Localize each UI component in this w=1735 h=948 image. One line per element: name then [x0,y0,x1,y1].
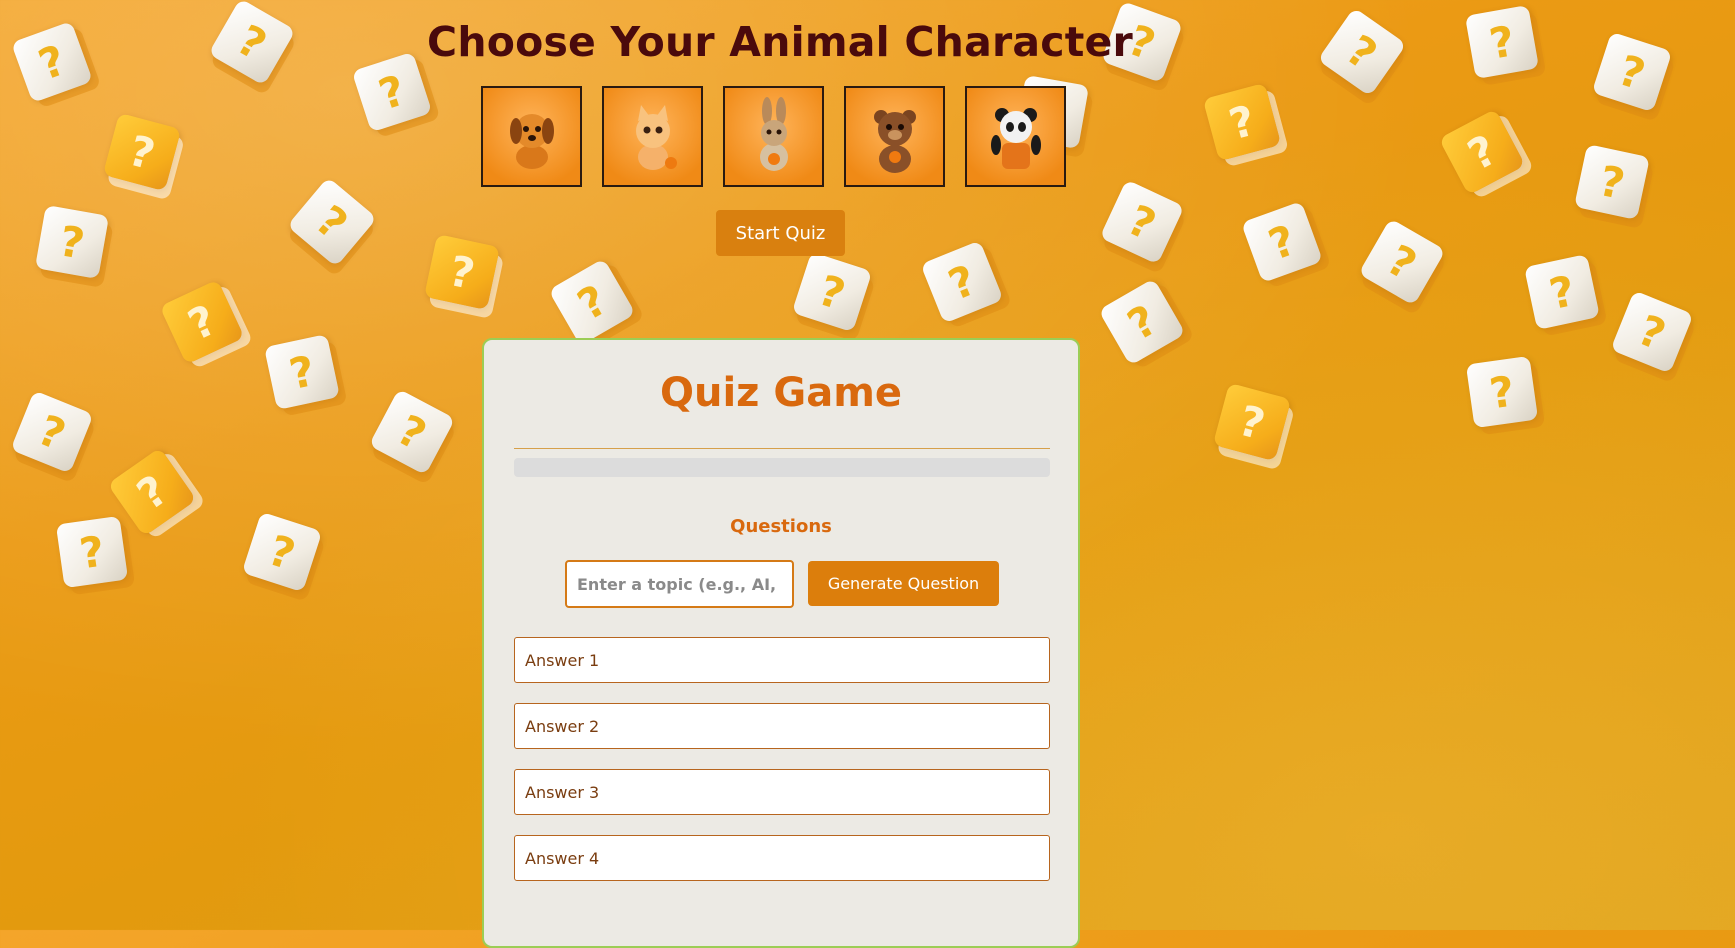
quiz-card: Quiz Game Questions Generate Question An… [482,338,1080,948]
topic-input[interactable] [565,560,794,608]
character-dog[interactable] [481,86,582,187]
character-header: Choose Your Animal Character [0,0,1560,66]
questions-label: Questions [730,516,832,537]
cat-icon [635,104,677,170]
generate-question-button[interactable]: Generate Question [808,561,999,606]
character-panda[interactable] [965,86,1066,187]
character-rabbit[interactable] [723,86,824,187]
quiz-title: Quiz Game [659,370,903,416]
divider [514,448,1050,449]
answer-option-1[interactable]: Answer 1 [514,637,1050,683]
dog-icon [509,113,554,169]
progress-bar [514,458,1050,477]
answer-option-2[interactable]: Answer 2 [514,703,1050,749]
character-selector [481,86,1066,187]
rabbit-icon [759,96,788,171]
bear-icon [873,109,916,173]
character-cat[interactable] [602,86,703,187]
character-bear[interactable] [844,86,945,187]
answer-option-3[interactable]: Answer 3 [514,769,1050,815]
panda-icon [990,107,1041,169]
answer-option-4[interactable]: Answer 4 [514,835,1050,881]
start-quiz-button[interactable]: Start Quiz [716,210,845,256]
page-title: Choose Your Animal Character [427,18,1133,66]
